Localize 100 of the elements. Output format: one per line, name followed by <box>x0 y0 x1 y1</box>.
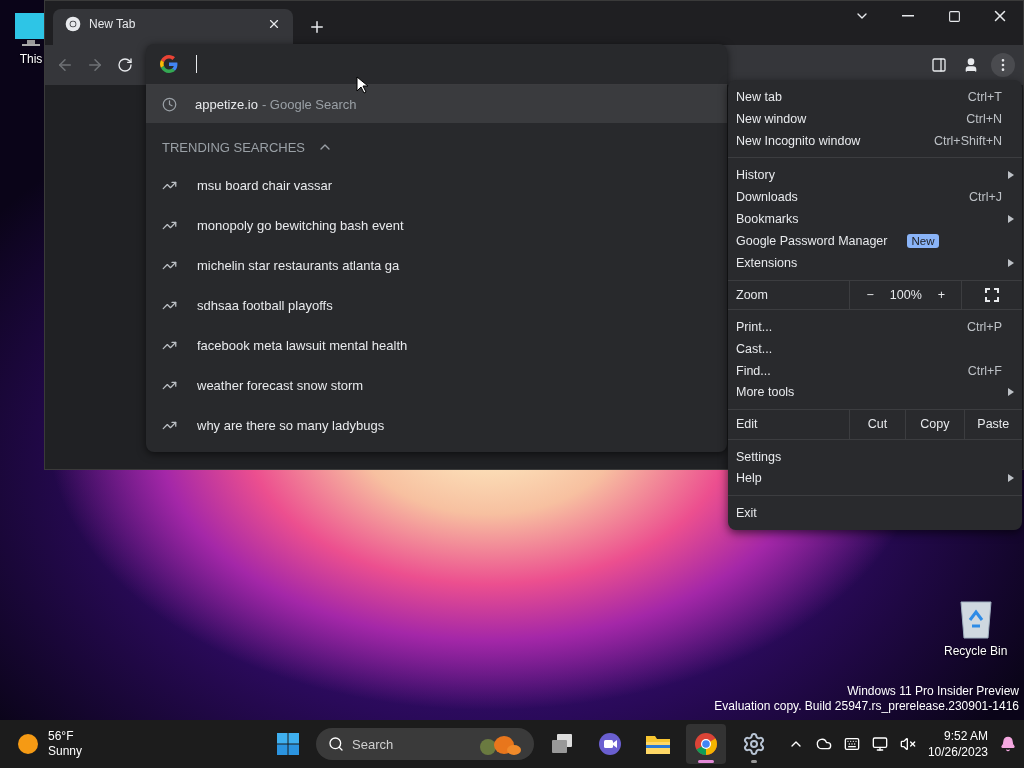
zoom-label: Zoom <box>735 286 769 304</box>
weather-condition[interactable]: Sunny <box>48 744 83 759</box>
menu-item[interactable]: Help <box>728 467 1022 490</box>
trending-search-row[interactable]: why are there so many ladybugs <box>146 405 727 445</box>
desktop-icon-label: Recycle Bin <box>944 644 1008 658</box>
menu-item[interactable]: Google Password Manager New <box>728 229 1022 252</box>
windows-logo-icon <box>276 732 300 756</box>
menu-item[interactable]: Extensions <box>728 251 1022 274</box>
menu-item-label: New Incognito window <box>736 133 861 148</box>
close-icon <box>267 17 281 31</box>
suggestion-text: appetize.io <box>195 96 258 112</box>
trending-search-row[interactable]: msu board chair vassar <box>146 165 727 205</box>
shortcut-label: Ctrl+J <box>969 190 1003 205</box>
tab-title: New Tab <box>89 17 137 31</box>
menu-item-label: Settings <box>736 449 782 464</box>
cloud-icon[interactable] <box>815 736 832 752</box>
menu-item[interactable]: Bookmarks <box>728 208 1022 230</box>
zoom-out-button[interactable]: − <box>860 285 880 304</box>
search-placeholder: Search <box>352 736 395 752</box>
menu-item[interactable]: More tools <box>728 381 1022 404</box>
profile-icon <box>963 57 979 73</box>
shortcut-label: Ctrl+T <box>967 89 1003 104</box>
shortcut-label: Ctrl+N <box>966 111 1003 126</box>
maximize-icon <box>947 9 961 23</box>
edit-action-button[interactable]: Copy <box>914 415 956 434</box>
menu-item-label: Cast... <box>736 341 773 356</box>
menu-item[interactable]: Find... Ctrl+F <box>728 359 1022 382</box>
menu-item[interactable]: Downloads Ctrl+J <box>728 186 1022 209</box>
chrome-logo-icon <box>65 16 81 32</box>
desktop-icon-label: This <box>19 52 43 66</box>
notification-bell-icon[interactable] <box>1000 736 1016 752</box>
taskbar-search-field[interactable]: Search <box>316 728 534 760</box>
clock-time[interactable]: 9:52 AM <box>943 728 988 744</box>
network-icon[interactable] <box>871 736 888 752</box>
menu-item[interactable]: Exit <box>728 502 1022 525</box>
mouse-cursor-icon <box>356 76 368 94</box>
zoom-level: 100% <box>889 287 922 302</box>
menu-item-label: Exit <box>736 506 757 521</box>
google-logo-icon <box>160 55 178 73</box>
trending-search-row[interactable]: weather forecast snow storm <box>146 365 727 405</box>
trending-search-row[interactable]: michelin star restaurants atlanta ga <box>146 245 727 285</box>
video-chat-icon <box>598 732 622 756</box>
trending-search-text: weather forecast snow storm <box>197 377 364 393</box>
menu-item-label: New window <box>736 111 807 126</box>
shortcut-label: Ctrl+F <box>967 363 1003 378</box>
history-icon <box>162 96 177 112</box>
trending-search-text: michelin star restaurants atlanta ga <box>197 257 400 273</box>
menu-item[interactable]: Print... Ctrl+P <box>728 315 1022 338</box>
menu-item[interactable]: New tab Ctrl+T <box>728 86 1022 108</box>
trending-search-row[interactable]: sdhsaa football playoffs <box>146 285 727 325</box>
menu-item[interactable]: Settings <box>728 445 1022 468</box>
browser-tab[interactable]: New Tab <box>53 9 293 45</box>
trending-search-text: monopoly go bewitching bash event <box>197 217 404 233</box>
new-badge: New <box>907 233 939 248</box>
chrome-logo-icon <box>694 732 718 756</box>
menu-item-label: Bookmarks <box>736 212 799 226</box>
menu-item[interactable]: New Incognito window Ctrl+Shift+N <box>728 129 1022 152</box>
chrome-taskbar-button[interactable] <box>686 724 726 764</box>
evaluation-notice: Evaluation copy. Build 25947.rs_prerelease.230901-1416 <box>714 699 1019 714</box>
fullscreen-icon[interactable] <box>985 287 1000 302</box>
suggestion-row[interactable]: appetize.io - Google Search <box>146 85 727 123</box>
suggestion-detail: - Google Search <box>261 96 357 112</box>
trending-search-text: why are there so many ladybugs <box>197 417 385 433</box>
trending-search-text: sdhsaa football playoffs <box>197 297 333 313</box>
zoom-in-button[interactable]: + <box>931 285 952 304</box>
weather-temperature[interactable]: 56°F <box>48 729 83 744</box>
side-panel-icon <box>931 57 947 73</box>
menu-item-label: Print... <box>736 319 773 334</box>
edit-action-button[interactable]: Cut <box>861 415 894 434</box>
plus-icon <box>308 18 326 36</box>
menu-item-label: New tab <box>736 89 782 104</box>
shortcut-label: Ctrl+P <box>966 319 1003 334</box>
menu-item-label: Help <box>736 471 762 486</box>
forward-arrow-icon <box>86 56 104 74</box>
trending-search-row[interactable]: monopoly go bewitching bash event <box>146 205 727 245</box>
search-icon <box>328 736 344 752</box>
menu-item[interactable]: New window Ctrl+N <box>728 107 1022 130</box>
volume-muted-icon[interactable] <box>899 736 916 752</box>
menu-button[interactable] <box>991 53 1015 77</box>
sun-icon <box>18 734 38 754</box>
shortcut-label: Ctrl+Shift+N <box>933 133 1003 148</box>
trending-search-row[interactable]: facebook meta lawsuit mental health <box>146 325 727 365</box>
minimize-icon <box>902 15 914 17</box>
trending-search-text: facebook meta lawsuit mental health <box>197 337 408 353</box>
menu-item[interactable]: Cast... <box>728 337 1022 360</box>
keyboard-icon[interactable] <box>843 736 860 752</box>
reload-icon <box>117 57 133 73</box>
edit-label: Edit <box>735 416 759 434</box>
menu-item-label: Find... <box>736 363 771 378</box>
menu-item-label: Downloads <box>736 190 798 205</box>
clock-date[interactable]: 10/26/2023 <box>927 744 988 760</box>
evaluation-notice: Windows 11 Pro Insider Preview <box>847 684 1019 699</box>
section-heading: TRENDING SEARCHES <box>162 139 306 155</box>
menu-item-label: More tools <box>736 385 795 400</box>
edit-action-button[interactable]: Paste <box>971 415 1016 434</box>
menu-item[interactable]: History <box>728 164 1022 187</box>
task-view-icon <box>550 733 574 755</box>
menu-item-label: Extensions <box>736 255 798 270</box>
menu-item-label: History <box>736 168 775 183</box>
trending-search-text: msu board chair vassar <box>197 177 333 193</box>
